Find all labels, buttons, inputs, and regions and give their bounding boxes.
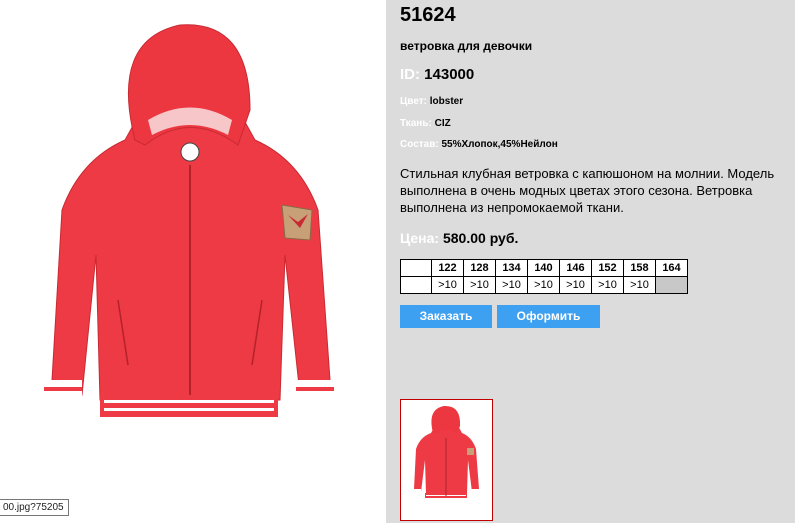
size-header-cell: 158: [623, 259, 656, 277]
color-value: lobster: [429, 96, 464, 107]
composition-row: Состав: 55%Хлопок,45%Нейлон: [400, 139, 558, 150]
composition-value: 55%Хлопок,45%Нейлон: [441, 139, 558, 150]
size-qty-cell[interactable]: >10: [559, 276, 592, 294]
product-code: 51624: [400, 4, 456, 26]
price-label: Цена:: [400, 230, 440, 246]
size-header-row: 122 128 134 140 146 152 158 164: [400, 259, 688, 277]
composition-label: Состав:: [400, 139, 439, 150]
image-url-tooltip: 00.jpg?75205: [0, 499, 69, 516]
id-value: 143000: [424, 66, 475, 83]
size-corner-cell: [400, 259, 432, 277]
size-qty-cell-unavailable: [655, 276, 688, 294]
size-header-cell: 128: [463, 259, 496, 277]
size-header-cell: 122: [431, 259, 464, 277]
price-row: Цена: 580.00 руб.: [400, 230, 518, 246]
fabric-row: Ткань: CIZ: [400, 118, 451, 129]
size-header-cell: 152: [591, 259, 624, 277]
price-value: 580.00 руб.: [442, 230, 519, 246]
fabric-value: CIZ: [434, 118, 451, 129]
color-label: Цвет:: [400, 96, 427, 107]
product-description: Стильная клубная ветровка с капюшоном на…: [400, 166, 775, 215]
jacket-image[interactable]: [0, 0, 386, 523]
size-qty-cell[interactable]: >10: [591, 276, 624, 294]
size-qty-row: >10 >10 >10 >10 >10 >10 >10: [400, 276, 688, 294]
product-image-pane: 00.jpg?75205: [0, 0, 386, 523]
product-info-panel: 51624 ветровка для девочки ID: 143000 Цв…: [386, 0, 795, 523]
thumbnail-jacket-image: [412, 405, 480, 498]
size-header-cell: 164: [655, 259, 688, 277]
checkout-button[interactable]: Оформить: [497, 305, 600, 328]
id-row: ID: 143000: [400, 66, 474, 83]
size-header-cell: 134: [495, 259, 528, 277]
size-qty-cell[interactable]: >10: [623, 276, 656, 294]
size-qty-cell[interactable]: >10: [495, 276, 528, 294]
size-qty-cell[interactable]: >10: [463, 276, 496, 294]
size-header-cell: 146: [559, 259, 592, 277]
size-qty-cell[interactable]: >10: [431, 276, 464, 294]
size-qty-cell[interactable]: >10: [527, 276, 560, 294]
size-header-cell: 140: [527, 259, 560, 277]
fabric-label: Ткань:: [400, 118, 432, 129]
id-label: ID:: [400, 66, 420, 83]
color-row: Цвет: lobster: [400, 96, 463, 107]
size-availability-table: 122 128 134 140 146 152 158 164 >10 >10 …: [400, 259, 688, 294]
product-name: ветровка для девочки: [400, 39, 533, 53]
qty-corner-cell: [400, 276, 432, 294]
product-thumbnail[interactable]: [400, 399, 493, 521]
order-button[interactable]: Заказать: [400, 305, 492, 328]
